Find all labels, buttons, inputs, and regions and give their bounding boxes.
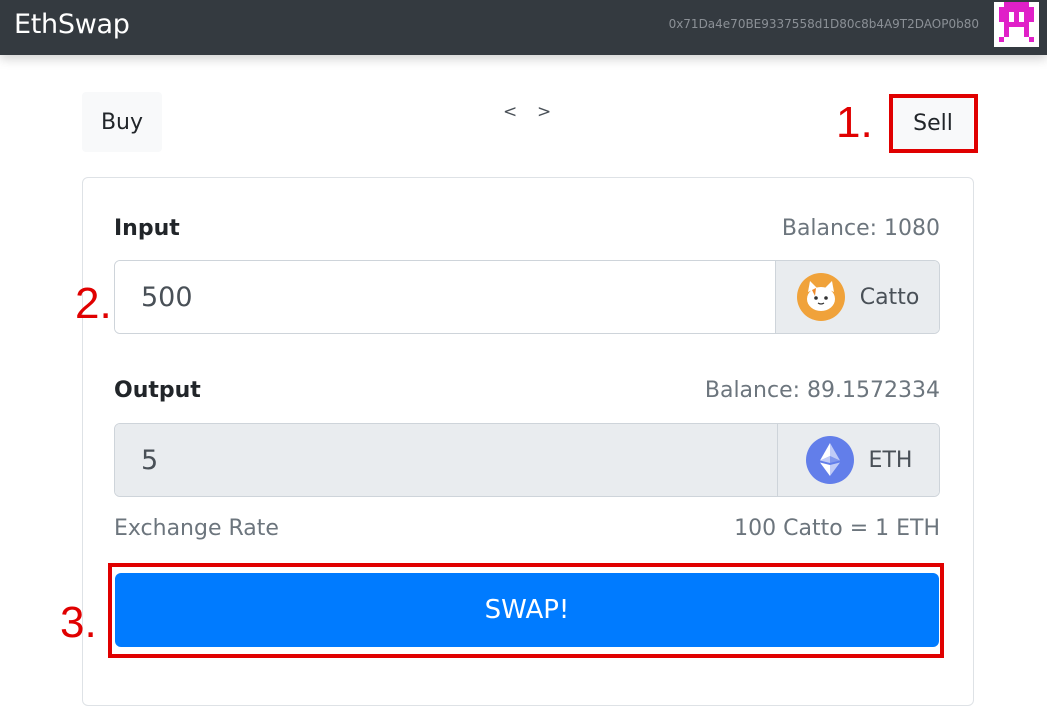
sell-highlight-box	[889, 94, 978, 153]
output-token-addon: ETH	[777, 424, 939, 496]
prev-arrow-icon[interactable]: <	[503, 102, 537, 122]
swap-highlight-box	[108, 563, 944, 658]
account-address: 0x71Da4e70BE9337558d1D80c8b4A9T2DAOP0b80	[668, 17, 979, 31]
input-amount-field[interactable]	[115, 261, 775, 333]
output-amount-group: ETH	[114, 423, 940, 497]
input-amount-group: Catto	[114, 260, 940, 334]
exchange-rate-label: Exchange Rate	[114, 516, 279, 541]
output-label: Output	[114, 378, 201, 403]
navbar: EthSwap 0x71Da4e70BE9337558d1D80c8b4A9T2…	[0, 0, 1047, 55]
exchange-rate-value: 100 Catto = 1 ETH	[734, 516, 940, 541]
buy-button[interactable]: Buy	[82, 92, 162, 152]
brand-title[interactable]: EthSwap	[14, 9, 130, 40]
next-arrow-icon[interactable]: >	[537, 102, 571, 122]
pager-arrows: < >	[503, 102, 571, 122]
output-token-name: ETH	[868, 447, 913, 473]
input-token-addon: Catto	[775, 261, 939, 333]
output-amount-field	[115, 424, 777, 496]
ethereum-icon	[805, 436, 854, 484]
step-2-marker: 2.	[75, 279, 112, 328]
step-3-marker: 3.	[60, 598, 97, 647]
identicon-avatar-icon[interactable]	[994, 2, 1039, 47]
input-label: Input	[114, 216, 180, 241]
step-1-marker: 1.	[836, 98, 873, 147]
identicon-graphic	[999, 2, 1034, 42]
cat-token-icon	[796, 273, 845, 321]
input-token-name: Catto	[859, 284, 920, 310]
input-balance: Balance: 1080	[781, 216, 940, 241]
output-balance: Balance: 89.1572334	[704, 378, 940, 403]
